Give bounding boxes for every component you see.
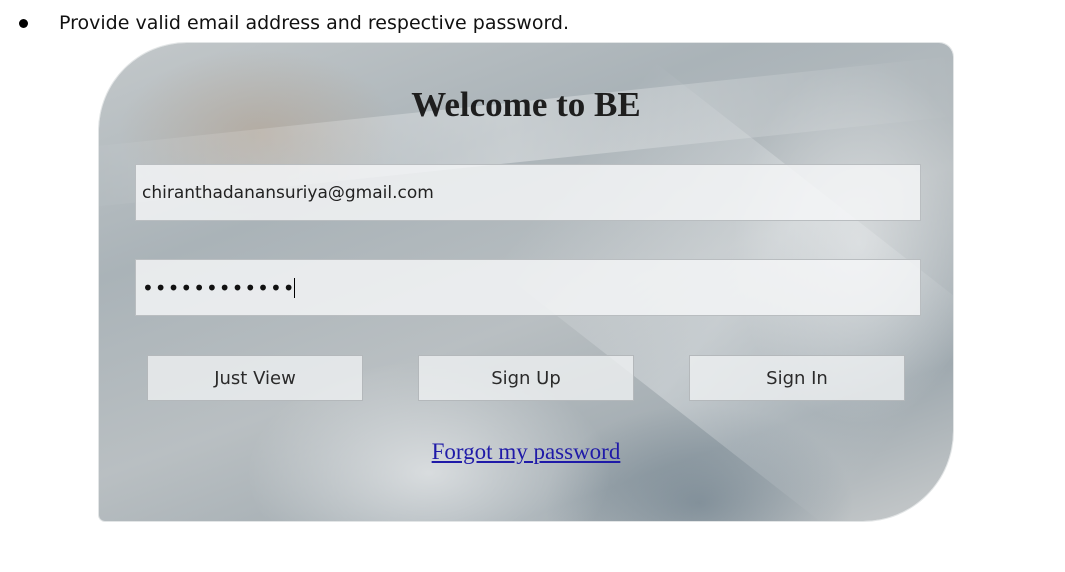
sign-in-button[interactable]: Sign In [689, 355, 905, 401]
forgot-password-row: Forgot my password [99, 439, 953, 465]
page-title: Welcome to BE [411, 85, 641, 124]
bullet-icon [19, 18, 28, 28]
email-field[interactable] [135, 164, 921, 221]
password-field[interactable]: •••••••••••• [135, 259, 921, 316]
login-panel: Welcome to BE •••••••••••• Just View Sig… [99, 43, 953, 521]
text-cursor [293, 277, 295, 298]
email-input[interactable] [142, 165, 920, 220]
sign-up-button[interactable]: Sign Up [418, 355, 634, 401]
just-view-button[interactable]: Just View [147, 355, 363, 401]
instruction-text: Provide valid email address and respecti… [59, 12, 570, 34]
password-input[interactable]: •••••••••••• [142, 278, 296, 298]
forgot-password-link[interactable]: Forgot my password [432, 439, 621, 464]
instruction-line: Provide valid email address and respecti… [0, 8, 569, 38]
